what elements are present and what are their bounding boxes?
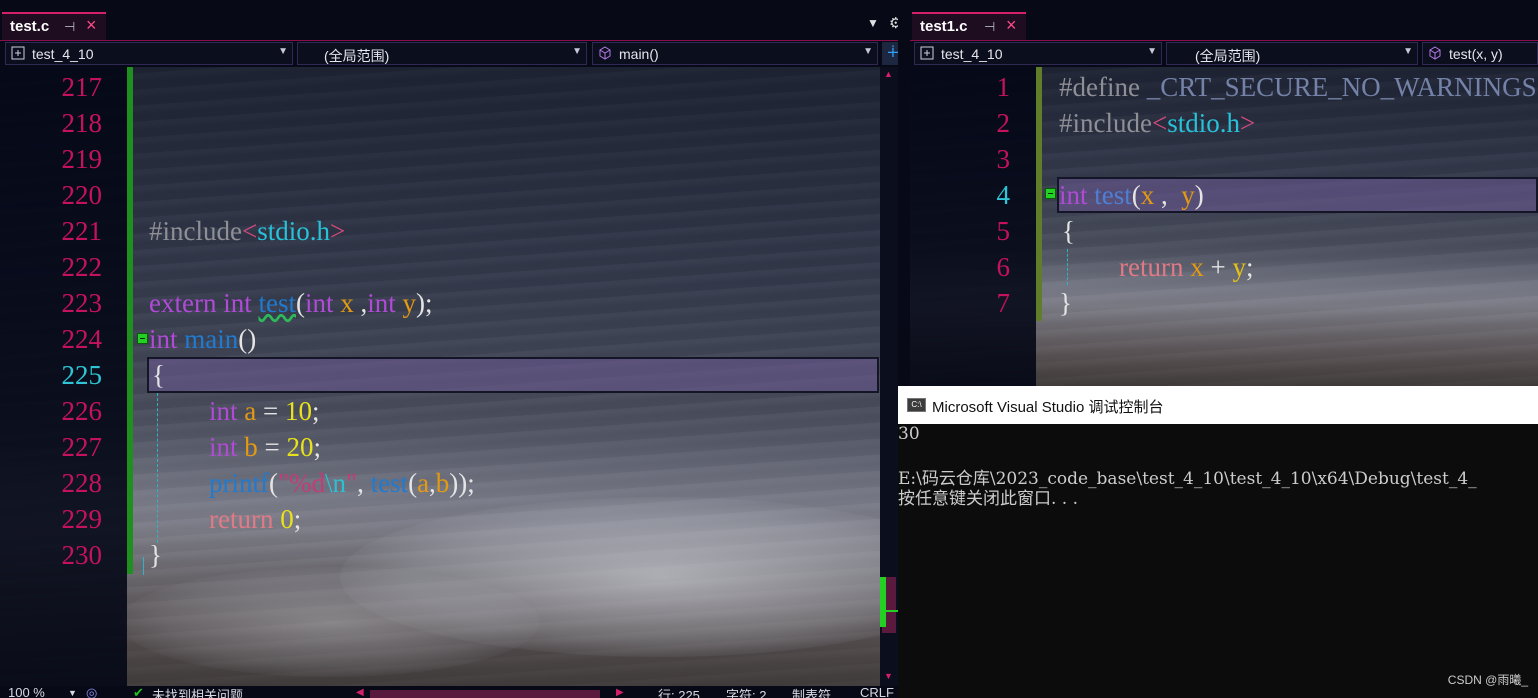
console-close-prompt: 按任意键关闭此窗口. . . (898, 489, 1079, 509)
function-dropdown[interactable]: main() ▼ (592, 42, 878, 65)
function-dropdown-value: test(x, y) (1449, 46, 1503, 62)
nav-right-icon[interactable]: ▶ (616, 687, 624, 698)
code-line: int main() (149, 324, 257, 354)
console-title: Microsoft Visual Studio 调试控制台 (932, 399, 1164, 416)
left-tab-strip: test.c ⊣ × ▼ ⚙ (0, 0, 908, 42)
zoom-level-dropdown[interactable]: 100 % (8, 686, 45, 698)
indent-guide (1067, 249, 1068, 285)
indent-guide (157, 393, 158, 543)
scroll-up-arrow[interactable]: ▲ (884, 69, 893, 79)
scroll-down-arrow[interactable]: ▼ (884, 671, 893, 681)
chevron-down-icon: ▼ (572, 46, 582, 57)
tab-label: test.c (10, 18, 50, 35)
chevron-down-icon[interactable]: ▼ (68, 688, 77, 698)
code-line: return x + y; (1119, 252, 1254, 282)
project-icon (920, 46, 934, 60)
chevron-down-icon: ▼ (1147, 46, 1157, 57)
console-title-bar[interactable]: C:\ Microsoft Visual Studio 调试控制台 (898, 386, 1538, 424)
tab-test1-c[interactable]: test1.c ⊣ × (912, 12, 1026, 40)
code-line: } (1059, 288, 1072, 318)
pin-icon[interactable]: ⊣ (64, 19, 75, 35)
change-indicator-bar (1036, 67, 1042, 321)
tab-label: test1.c (920, 18, 968, 35)
right-tab-strip: test1.c ⊣ × (910, 0, 1538, 42)
code-line: { (152, 360, 165, 390)
code-line: #define _CRT_SECURE_NO_WARNINGS (1059, 72, 1537, 102)
scope-dropdown[interactable]: (全局范围) ▼ (1166, 42, 1418, 65)
project-icon (11, 46, 25, 60)
code-line: int test(x , y) (1059, 180, 1204, 210)
tabs-indicator[interactable]: 制表符 (792, 686, 831, 698)
function-dropdown-value: main() (619, 46, 659, 62)
eol-indicator[interactable]: CRLF (860, 686, 894, 698)
tab-overflow-icon[interactable]: ▼ (867, 16, 879, 30)
editor-splitter[interactable] (898, 0, 910, 386)
watermark: CSDN @雨曦_ (1447, 673, 1528, 687)
chevron-down-icon: ▼ (278, 46, 288, 57)
line-number: 1 2 3 4 5 6 7 (996, 72, 1011, 318)
code-line: { (1062, 216, 1075, 246)
pin-icon[interactable]: ⊣ (984, 19, 995, 35)
project-dropdown-value: test_4_10 (941, 46, 1003, 62)
left-vertical-scrollbar[interactable]: ▲ ▼ (880, 67, 898, 686)
function-cube-icon (1429, 46, 1441, 60)
code-line: return 0; (209, 504, 302, 534)
project-dropdown[interactable]: test_4_10 ▼ (5, 42, 293, 65)
line-number: 217 218 219 220 221 222 223 224 225 226 … (61, 72, 103, 570)
chevron-down-icon: ▼ (863, 46, 873, 57)
code-line: #include<stdio.h> (149, 216, 346, 246)
scope-dropdown-value: (全局范围) (324, 48, 390, 64)
debug-console-window[interactable]: C:\ Microsoft Visual Studio 调试控制台 30 E:\… (898, 386, 1538, 698)
line-indicator[interactable]: 行: 225 (658, 686, 700, 698)
right-navigation-bar: test_4_10 ▼ (全局范围) ▼ test(x, y) (910, 41, 1538, 67)
code-line: int b = 20; (209, 432, 322, 462)
close-icon[interactable]: × (86, 15, 97, 36)
change-indicator-bar (127, 67, 133, 574)
right-code-editor[interactable]: 1 2 3 4 5 6 7 #define _CRT_SECURE_NO_WAR… (910, 67, 1538, 386)
left-navigation-bar: test_4_10 ▼ (全局范围) ▼ main() ▼ ∔ (0, 41, 908, 67)
code-line: } (149, 540, 162, 570)
project-dropdown-value: test_4_10 (32, 46, 94, 62)
close-icon[interactable]: × (1006, 15, 1017, 36)
check-icon: ✔ (133, 686, 144, 698)
collapse-icon[interactable] (137, 333, 148, 344)
issues-status[interactable]: 未找到相关问题 (152, 686, 243, 698)
background-image (120, 567, 540, 677)
nav-left-icon[interactable]: ◀ (356, 687, 364, 698)
project-dropdown[interactable]: test_4_10 ▼ (914, 42, 1162, 65)
code-line: int a = 10; (209, 396, 320, 426)
console-output-line: 30 (898, 424, 920, 444)
change-marker (880, 577, 886, 627)
function-dropdown[interactable]: test(x, y) (1422, 42, 1538, 65)
left-code-editor[interactable]: 217 218 219 220 221 222 223 224 225 226 … (0, 67, 880, 686)
collapse-icon[interactable] (1045, 188, 1056, 199)
indent-guide (143, 557, 144, 575)
function-cube-icon (599, 46, 611, 60)
chevron-down-icon: ▼ (1403, 46, 1413, 57)
code-line: extern int test(int x ,int y); (149, 288, 433, 318)
horizontal-scrollbar[interactable] (370, 690, 600, 698)
char-indicator[interactable]: 字符: 2 (726, 686, 766, 698)
current-line-highlight (147, 357, 879, 393)
intellicode-icon[interactable]: ◎ (86, 686, 97, 698)
scope-dropdown-value: (全局范围) (1195, 48, 1261, 64)
status-bar: 100 % ▼ ◎ ✔ 未找到相关问题 ◀ ▶ 行: 225 字符: 2 制表符… (0, 686, 898, 698)
console-app-icon: C:\ (907, 398, 926, 412)
scope-dropdown[interactable]: (全局范围) ▼ (297, 42, 587, 65)
code-line: printf("%d\n", test(a,b)); (209, 468, 475, 498)
tab-test-c[interactable]: test.c ⊣ × (2, 12, 106, 40)
caret-marker (880, 610, 898, 612)
code-line: #include<stdio.h> (1059, 108, 1256, 138)
